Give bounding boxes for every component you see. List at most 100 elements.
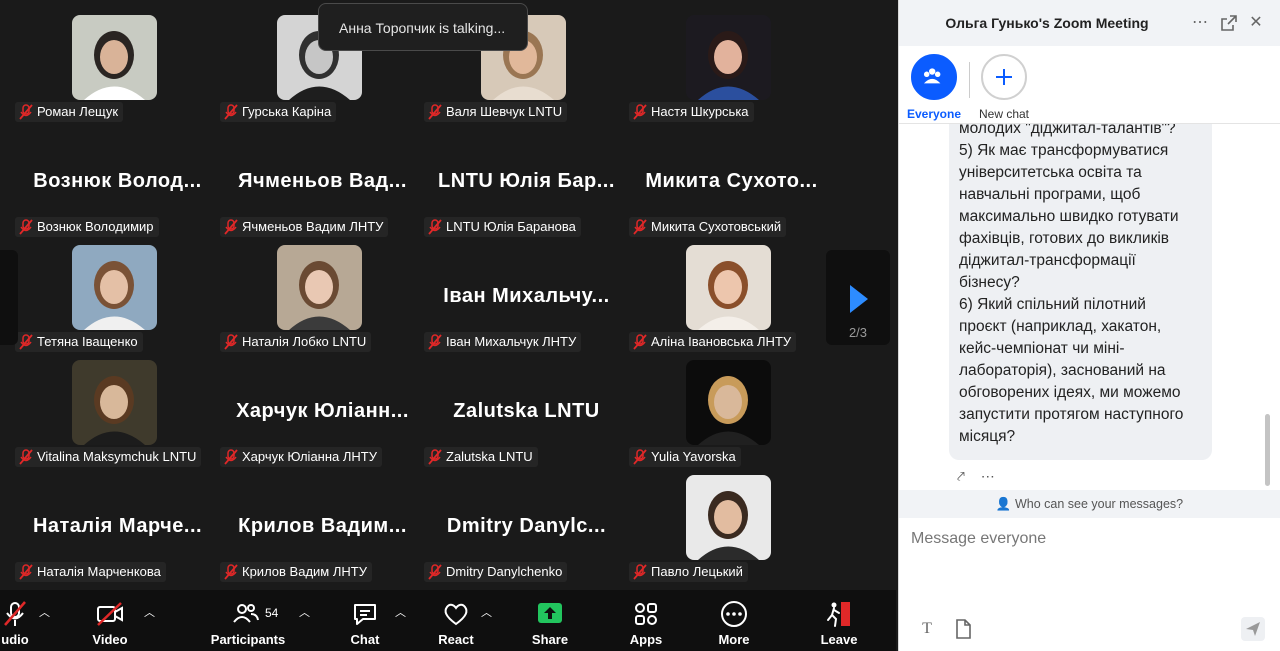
participant-tile[interactable]: Микита Сухото... Микита Сухотовський (614, 115, 819, 237)
message-bubble: молодих "діджитал-талантів"? 5) Як має тр… (949, 124, 1212, 460)
chat-scrollbar[interactable] (1265, 414, 1270, 486)
more-options-icon[interactable]: ⋯ (1191, 14, 1209, 32)
close-icon[interactable]: ✕ (1247, 14, 1265, 32)
participant-tile[interactable]: Dmitry Danylc... Dmitry Danylchenko (409, 460, 614, 582)
tab-new-chat-label: New chat (978, 107, 1030, 121)
reply-thread-icon[interactable]: ⤤ (957, 468, 965, 484)
react-label: React (438, 632, 474, 647)
participant-display-name: Іван Михальчу... (443, 285, 610, 307)
participant-tile[interactable]: Роман Лещук (0, 0, 205, 122)
message-line: фахівців, готових до викликів (959, 230, 1170, 247)
participant-tile[interactable]: Тетяна Іващенко (0, 230, 205, 352)
group-icon (923, 68, 941, 84)
page-indicator: 2/3 (848, 325, 868, 340)
file-attach-icon[interactable] (951, 617, 975, 641)
message-line: обговорених ідеях, ми можемо (959, 384, 1181, 401)
send-icon[interactable] (1241, 617, 1265, 641)
audio-button[interactable]: udio (0, 590, 45, 651)
message-composer-tools: T (899, 611, 1280, 651)
participant-tile[interactable]: Ячменьов Вад... Ячменьов Вадим ЛНТУ (205, 115, 410, 237)
chevron-right-icon (850, 285, 868, 313)
react-button[interactable]: React (426, 590, 486, 651)
chat-recipient-tabs: Everyone New chat (899, 46, 1280, 124)
video-gallery: Роман Лещук Гурська Каріна Валя Шевчук LNT… (0, 0, 896, 590)
next-page-button[interactable]: 2/3 (826, 250, 890, 345)
share-button[interactable]: Share (520, 590, 580, 651)
participant-display-name: Вознюк Волод... (33, 170, 202, 192)
participant-name-label: Наталія Марченкова (15, 562, 166, 582)
person-visibility-icon: 👤 (995, 497, 1012, 511)
react-options-chevron-icon[interactable]: ︿ (481, 604, 492, 620)
tab-new-chat[interactable]: New chat (974, 54, 1034, 121)
send-arrow-icon (1246, 622, 1260, 636)
meeting-title: Ольга Гунько's Zoom Meeting (945, 15, 1149, 31)
plus-icon (996, 69, 1012, 85)
message-visibility-bar[interactable]: 👤 Who can see your messages? (899, 490, 1280, 518)
chat-bubble-icon (354, 604, 376, 625)
participant-tile[interactable]: Вознюк Волод... Вознюк Володимир (0, 115, 205, 237)
participant-tile[interactable]: Настя Шкурська (614, 0, 819, 122)
more-button[interactable]: More (704, 590, 764, 651)
message-line: навчальні програми, щоб (959, 186, 1141, 203)
participant-display-name: Zalutska LNTU (453, 400, 600, 422)
message-line: лабораторія), заснований на (959, 362, 1166, 379)
chat-header: Ольга Гунько's Zoom Meeting ⋯ ✕ (899, 0, 1280, 46)
text-format-icon[interactable]: T (915, 617, 939, 641)
participant-tile[interactable]: Аліна Івановська ЛНТУ (614, 230, 819, 352)
chat-options-chevron-icon[interactable]: ︿ (395, 604, 406, 620)
message-line: максимально швидко готувати (959, 208, 1179, 225)
tab-divider (969, 62, 970, 98)
leave-label: Leave (820, 632, 858, 647)
participant-tile[interactable]: Zalutska LNTU Zalutska LNTU (409, 345, 614, 467)
share-label: Share (531, 632, 569, 647)
audio-options-chevron-icon[interactable]: ︿ (39, 604, 50, 620)
participant-display-name: Микита Сухото... (645, 170, 818, 192)
video-options-chevron-icon[interactable]: ︿ (144, 604, 155, 620)
active-speaker-toast: Анна Торопчик is talking... (318, 3, 528, 51)
tab-everyone[interactable]: Everyone (904, 54, 964, 121)
participant-name: Dmitry Danylchenko (446, 564, 563, 579)
message-input[interactable] (899, 518, 1280, 611)
participant-tile[interactable]: Харчук Юліанн... Харчук Юліанна ЛНТУ (205, 345, 410, 467)
message-line: молодих "діджитал-талантів"? (959, 124, 1176, 137)
apps-icon (635, 603, 657, 625)
tab-everyone-label: Everyone (906, 107, 962, 121)
video-button[interactable]: Video (80, 590, 140, 651)
pop-out-icon[interactable] (1220, 14, 1238, 32)
participant-tile[interactable]: Наталія Лобко LNTU (205, 230, 410, 352)
participant-tile[interactable]: LNTU Юлія Бар... LNTU Юлія Баранова (409, 115, 614, 237)
message-more-icon[interactable]: ⋯ (981, 468, 995, 484)
leave-door-icon (827, 602, 850, 627)
video-camera-off-icon (97, 602, 123, 626)
message-list: молодих "діджитал-талантів"? 5) Як має тр… (899, 124, 1280, 490)
more-label: More (718, 632, 750, 647)
leave-button[interactable]: Leave (809, 590, 869, 651)
chat-label: Chat (350, 632, 380, 647)
microphone-muted-icon (19, 564, 33, 580)
participant-tile[interactable]: Павло Лецький (614, 460, 819, 582)
participants-button[interactable]: Participants (210, 590, 286, 651)
previous-page-button[interactable] (0, 250, 18, 345)
participant-video (72, 245, 157, 330)
participant-display-name: LNTU Юлія Бар... (438, 170, 615, 192)
participants-options-chevron-icon[interactable]: ︿ (299, 604, 310, 620)
participant-tile[interactable]: Vitalina Maksymchuk LNTU (0, 345, 205, 467)
heart-icon (444, 603, 468, 626)
participant-tile[interactable]: Крилов Вадим... Крилов Вадим ЛНТУ (205, 460, 410, 582)
chat-button[interactable]: Chat (335, 590, 395, 651)
participant-display-name: Dmitry Danylc... (446, 515, 607, 537)
participant-tile[interactable]: Наталія Марче... Наталія Марченкова (0, 460, 205, 582)
message-line: проєкт (наприклад, хакатон, (959, 318, 1162, 335)
participant-tile[interactable]: Yulia Yavorska (614, 345, 819, 467)
participant-display-name: Наталія Марче... (32, 515, 203, 537)
participant-tile[interactable]: Іван Михальчу... Іван Михальчук ЛНТУ (409, 230, 614, 352)
microphone-muted-icon (633, 564, 647, 580)
message-line: кейс-чемпіонат чи міні- (959, 340, 1125, 357)
meeting-toolbar: udio ︿ Video ︿ Participants 54 ︿ Chat ︿ (0, 590, 896, 651)
participant-video (686, 15, 771, 100)
participant-display-name: Харчук Юліанн... (236, 400, 409, 422)
microphone-muted-icon (4, 601, 26, 626)
microphone-muted-icon (428, 564, 442, 580)
participant-video (72, 15, 157, 100)
apps-button[interactable]: Apps (616, 590, 676, 651)
